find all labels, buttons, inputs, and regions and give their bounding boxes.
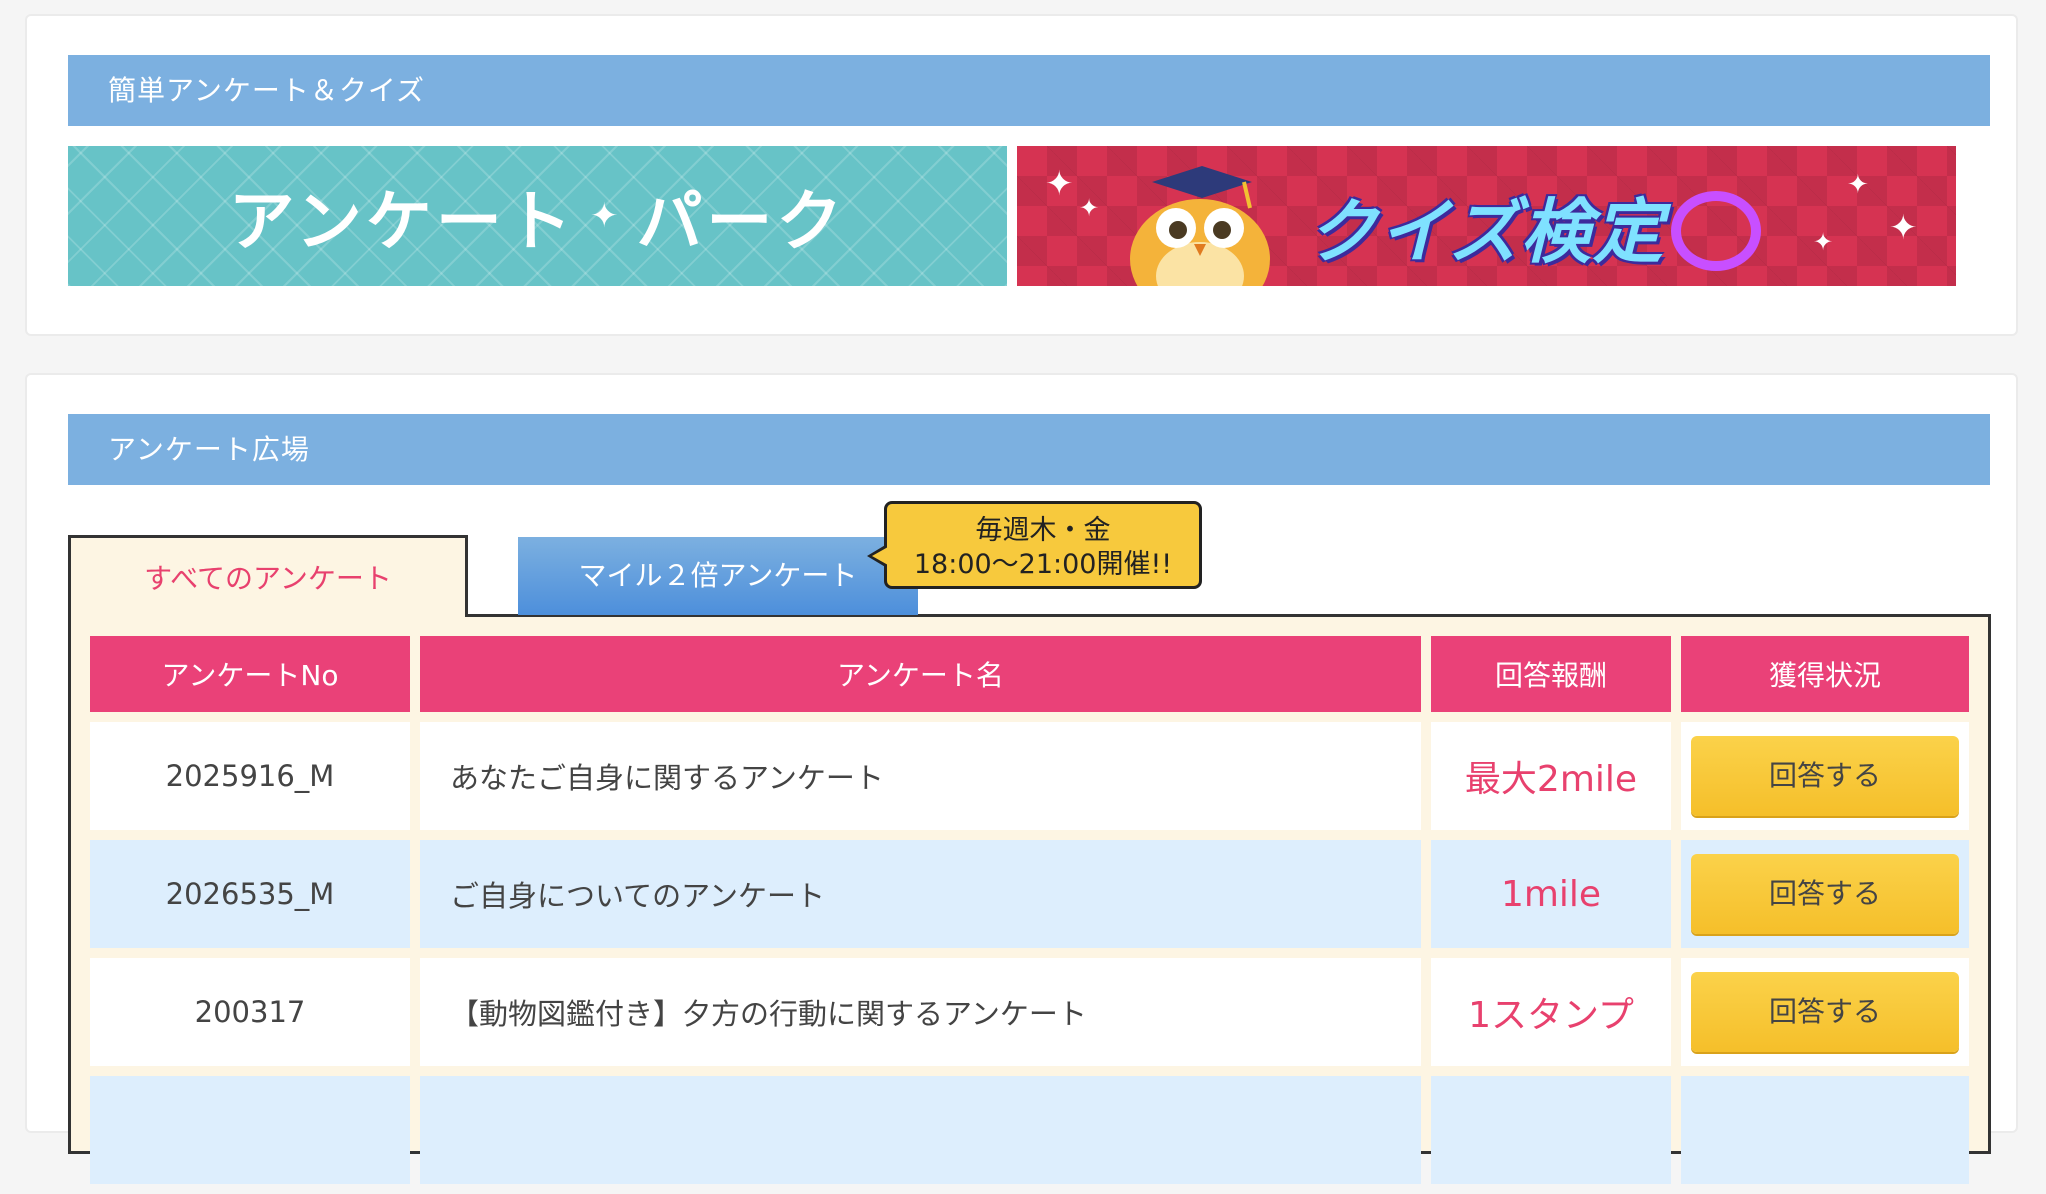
table-row: 2026535_M ご自身についてのアンケート 1mile 回答する (90, 840, 1969, 948)
quiz-logo-text: クイズ検定 (1307, 191, 1665, 273)
tab-double-mile-surveys[interactable]: マイル２倍アンケート (518, 537, 918, 615)
survey-name: ご自身についてのアンケート (420, 840, 1421, 948)
quiz-panel: 簡単アンケート＆クイズ アンケート ✦ パーク ✦ ✦ ✦ ✦ ✦ クイズ検定 (25, 14, 2018, 336)
tooltip-line-1: 毎週木・金 (975, 515, 1111, 546)
park-logo-left: アンケート (228, 183, 576, 260)
survey-section-title: アンケート広場 (68, 414, 1990, 485)
table-row (90, 1076, 1969, 1184)
column-header-name: アンケート名 (420, 636, 1421, 712)
q-mark-icon (1670, 190, 1761, 271)
answer-button[interactable]: 回答する (1691, 972, 1959, 1052)
quiz-kentei-banner[interactable]: ✦ ✦ ✦ ✦ ✦ クイズ検定 (1017, 146, 1956, 286)
column-header-reward: 回答報酬 (1431, 636, 1671, 712)
double-mile-schedule-tooltip: 毎週木・金 18:00〜21:00開催!! (867, 501, 1202, 589)
tooltip-line-2: 18:00〜21:00開催!! (913, 549, 1173, 580)
survey-plaza-panel: アンケート広場 すべてのアンケート マイル２倍アンケート 毎週木・金 18:00… (25, 373, 2018, 1184)
table-header-row: アンケートNo アンケート名 回答報酬 獲得状況 (90, 636, 1969, 712)
sparkle-icon: ✦ (1045, 164, 1074, 204)
survey-name: あなたご自身に関するアンケート (420, 722, 1421, 830)
survey-status-cell: 回答する (1681, 840, 1969, 948)
quiz-section-title: 簡単アンケート＆クイズ (68, 55, 1990, 126)
sparkle-icon: ✦ (1813, 228, 1834, 256)
table-row: 2025916_M あなたご自身に関するアンケート 最大2mile 回答する (90, 722, 1969, 830)
survey-park-logo: アンケート ✦ パーク (68, 146, 1007, 286)
answer-button[interactable]: 回答する (1691, 854, 1959, 934)
tab-all-surveys[interactable]: すべてのアンケート (68, 535, 468, 617)
park-logo-right: パーク (636, 183, 847, 260)
survey-reward: 最大2mile (1431, 722, 1671, 830)
answer-button[interactable]: 回答する (1691, 736, 1959, 816)
survey-no: 200317 (90, 958, 410, 1066)
owl-mascot-icon (1130, 166, 1270, 286)
survey-park-banner[interactable]: アンケート ✦ パーク (68, 146, 1007, 286)
survey-reward: 1スタンプ (1431, 958, 1671, 1066)
sparkle-icon: ✦ (589, 196, 623, 236)
column-header-no: アンケートNo (90, 636, 410, 712)
quiz-kentei-logo: クイズ検定 (1307, 176, 1761, 277)
sparkle-icon: ✦ (1847, 170, 1869, 200)
table-row: 200317 【動物図鑑付き】夕方の行動に関するアンケート 1スタンプ 回答する (90, 958, 1969, 1066)
sparkle-icon: ✦ (1079, 194, 1100, 222)
survey-status-cell: 回答する (1681, 722, 1969, 830)
survey-no: 2025916_M (90, 722, 410, 830)
column-header-status: 獲得状況 (1681, 636, 1969, 712)
survey-reward: 1mile (1431, 840, 1671, 948)
survey-name: 【動物図鑑付き】夕方の行動に関するアンケート (420, 958, 1421, 1066)
survey-table: アンケートNo アンケート名 回答報酬 獲得状況 2025916_M あなたご自… (80, 626, 1979, 1194)
survey-status-cell: 回答する (1681, 958, 1969, 1066)
sparkle-icon: ✦ (1889, 208, 1918, 248)
survey-table-container: アンケートNo アンケート名 回答報酬 獲得状況 2025916_M あなたご自… (68, 614, 1991, 1184)
survey-no: 2026535_M (90, 840, 410, 948)
